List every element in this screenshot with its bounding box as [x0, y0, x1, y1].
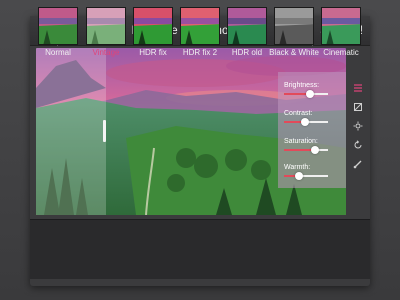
- filter-thumbnail: [180, 7, 220, 45]
- warmth-slider[interactable]: [284, 172, 328, 180]
- filter-thumbnail: [38, 7, 78, 45]
- sun-icon: [353, 121, 363, 131]
- tool-rail: [348, 82, 368, 192]
- filter-black-white[interactable]: Black & White: [269, 7, 319, 57]
- filter-thumbnail: [274, 7, 314, 45]
- crop-tool-button[interactable]: [352, 101, 364, 113]
- brush-icon: [353, 160, 362, 169]
- before-after-handle[interactable]: [103, 120, 106, 142]
- filter-hdr-fix[interactable]: HDR fix: [133, 7, 173, 57]
- filter-label: Cinematic: [323, 48, 359, 57]
- saturation-slider[interactable]: [284, 146, 328, 154]
- adjust-tool-button[interactable]: [352, 82, 364, 94]
- rotate-tool-button[interactable]: [352, 139, 364, 151]
- brush-tool-button[interactable]: [352, 158, 364, 170]
- light-tool-button[interactable]: [352, 120, 364, 132]
- filter-thumbnail: [86, 7, 126, 45]
- filter-vintage[interactable]: Vintage: [86, 7, 126, 57]
- contrast-slider[interactable]: [284, 118, 328, 126]
- rotate-icon: [354, 140, 362, 149]
- adjustments-panel: Brightness: Contrast: Saturation: Warmth…: [278, 72, 346, 188]
- filter-thumbnail: [321, 7, 361, 45]
- contrast-label: Contrast:: [284, 110, 313, 117]
- brightness-knob[interactable]: [306, 90, 315, 98]
- saturation-knob[interactable]: [310, 146, 319, 154]
- filter-hdr-old[interactable]: HDR old: [227, 7, 267, 57]
- adjust-icon: [354, 84, 362, 92]
- brightness-label: Brightness:: [284, 82, 320, 89]
- brightness-control[interactable]: Brightness:: [284, 82, 342, 98]
- filter-hdr-fix-2[interactable]: HDR fix 2: [180, 7, 220, 57]
- filter-cinematic[interactable]: Cinematic: [321, 7, 361, 57]
- filter-normal[interactable]: Normal: [38, 7, 78, 57]
- warmth-control[interactable]: Warmth:: [284, 164, 342, 180]
- brightness-slider[interactable]: [284, 90, 328, 98]
- crop-icon: [354, 103, 362, 111]
- filter-thumbnail: [133, 7, 173, 45]
- warmth-label: Warmth:: [284, 164, 311, 171]
- saturation-label: Saturation:: [284, 138, 318, 145]
- warmth-knob[interactable]: [294, 172, 303, 180]
- saturation-control[interactable]: Saturation:: [284, 138, 342, 154]
- filters-bar: [30, 219, 370, 279]
- contrast-control[interactable]: Contrast:: [284, 110, 342, 126]
- contrast-knob[interactable]: [301, 118, 310, 126]
- filter-thumbnail: [227, 7, 267, 45]
